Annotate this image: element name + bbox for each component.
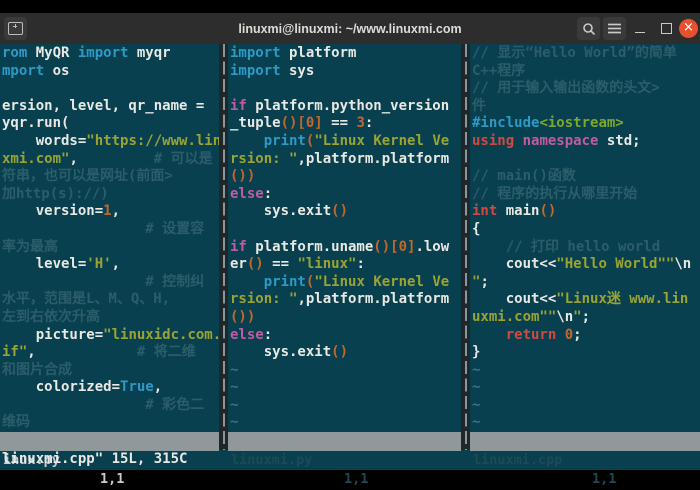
code-line: else: <box>228 186 461 204</box>
code-line: yqr.run( <box>0 115 219 133</box>
code-line: C++程序 <box>470 63 700 81</box>
code-line: // 程序的执行从哪里开始 <box>470 186 700 204</box>
code-line: picture="linuxidc.com. <box>0 327 219 345</box>
code-line: // 打印 hello world <box>470 239 700 257</box>
code-line: // main()函数 <box>470 168 700 186</box>
code-line: level='H', <box>0 256 219 274</box>
code-line: // 用于输入输出函数的头文> <box>470 80 700 98</box>
code-line: 和图片合成 <box>0 362 219 380</box>
code-line <box>470 151 700 169</box>
statusbar-right: linuxmi.cpp 1,1 全部 <box>470 432 700 451</box>
code-line: ()) <box>228 309 461 327</box>
code-line: ()) <box>228 168 461 186</box>
minimize-icon <box>635 32 645 33</box>
code-line <box>0 80 219 98</box>
pane-separator[interactable] <box>219 44 228 450</box>
code-line: # 彩色二 <box>0 397 219 415</box>
code-line: words="https://www.lin <box>0 133 219 151</box>
code-line: 件 <box>470 98 700 116</box>
code-line: ~ <box>470 379 700 397</box>
code-line: else: <box>228 327 461 345</box>
code-line: 左到右依次升高 <box>0 309 219 327</box>
terminal: rom MyQR import myqrmport os ersion, leve… <box>0 44 700 470</box>
code-line: if platform.python_version <box>228 98 461 116</box>
code-line: int main() <box>470 203 700 221</box>
code-line: xmi.com", # 可以是 <box>0 151 219 169</box>
code-line: 率为最高 <box>0 239 219 257</box>
code-line: ~ <box>228 397 461 415</box>
statusbar-left: inux.py 1,1 顶端 <box>0 432 219 451</box>
code-line <box>228 221 461 239</box>
code-line <box>228 80 461 98</box>
code-line: #include<iostream> <box>470 115 700 133</box>
code-line: _tuple()[0] == 3: <box>228 115 461 133</box>
code-line: ~ <box>228 414 461 432</box>
code-line: using namespace std; <box>470 133 700 151</box>
menu-icon <box>608 23 621 34</box>
editor-pane-left[interactable]: rom MyQR import myqrmport os ersion, leve… <box>0 45 219 433</box>
command-line: linuxmi.cpp" 15L, 315C <box>0 450 700 470</box>
code-line: 加http(s)://) <box>0 186 219 204</box>
code-line: if", # 将二维 <box>0 344 219 362</box>
code-line: sys.exit() <box>228 203 461 221</box>
code-line: mport os <box>0 63 219 81</box>
maximize-button[interactable] <box>656 13 676 44</box>
code-line: ~ <box>470 397 700 415</box>
code-line: version=1, <box>0 203 219 221</box>
code-line: rsion: ",platform.platform <box>228 151 461 169</box>
code-line: cout<<"Hello World""\n <box>470 256 700 274</box>
close-button[interactable]: × <box>679 13 700 44</box>
search-button[interactable] <box>577 17 600 40</box>
code-line: 符串，也可以是网址(前面> <box>0 168 219 186</box>
code-line: sys.exit() <box>228 344 461 362</box>
code-line: "; <box>470 274 700 292</box>
code-line: cout<<"Linux迷 www.lin <box>470 291 700 309</box>
code-line: ~ <box>470 414 700 432</box>
cursor-position: 1,1 <box>100 470 124 489</box>
code-line: print("Linux Kernel Ve <box>228 133 461 151</box>
maximize-icon <box>661 23 672 34</box>
code-line: # 设置容 <box>0 221 219 239</box>
code-line: return 0; <box>470 327 700 345</box>
editor-pane-right[interactable]: // 显示“Hello World”的简单C++程序// 用于输入输出函数的头文… <box>470 45 700 433</box>
close-icon: × <box>679 19 698 38</box>
code-line: # 控制纠 <box>0 274 219 292</box>
code-line: import sys <box>228 63 461 81</box>
menu-button[interactable] <box>603 17 626 40</box>
code-line: rom MyQR import myqr <box>0 45 219 63</box>
code-line: // 显示“Hello World”的简单 <box>470 45 700 63</box>
pane-separator[interactable] <box>461 44 470 450</box>
code-line: er() == "linux": <box>228 256 461 274</box>
code-line: ~ <box>228 379 461 397</box>
editor-pane-middle[interactable]: import platformimport sys if platform.pyt… <box>228 45 461 433</box>
search-icon <box>582 22 596 36</box>
code-line: } <box>470 344 700 362</box>
code-line: { <box>470 221 700 239</box>
code-line: print("Linux Kernel Ve <box>228 274 461 292</box>
statusbar-middle: linuxmi.py 1,1 全部 <box>228 432 461 451</box>
screen: linuxmi@linuxmi: ~/www.linuxmi.com × rom… <box>0 0 700 490</box>
cursor-position: 1,1 <box>344 470 368 489</box>
code-line: colorized=True, <box>0 379 219 397</box>
code-line: import platform <box>228 45 461 63</box>
titlebar: linuxmi@linuxmi: ~/www.linuxmi.com × <box>0 13 700 44</box>
code-line: 维码 <box>0 414 219 432</box>
minimize-button[interactable] <box>630 13 650 44</box>
cursor-position: 1,1 <box>592 470 616 489</box>
code-line: rsion: ",platform.platform <box>228 291 461 309</box>
code-line: 水平，范围是L、M、Q、H, <box>0 291 219 309</box>
code-line: if platform.uname()[0].low <box>228 239 461 257</box>
code-line: uxmi.com""\n"; <box>470 309 700 327</box>
code-line: ~ <box>228 362 461 380</box>
code-line: ~ <box>470 362 700 380</box>
code-line: ersion, level, qr_name = <box>0 98 219 116</box>
